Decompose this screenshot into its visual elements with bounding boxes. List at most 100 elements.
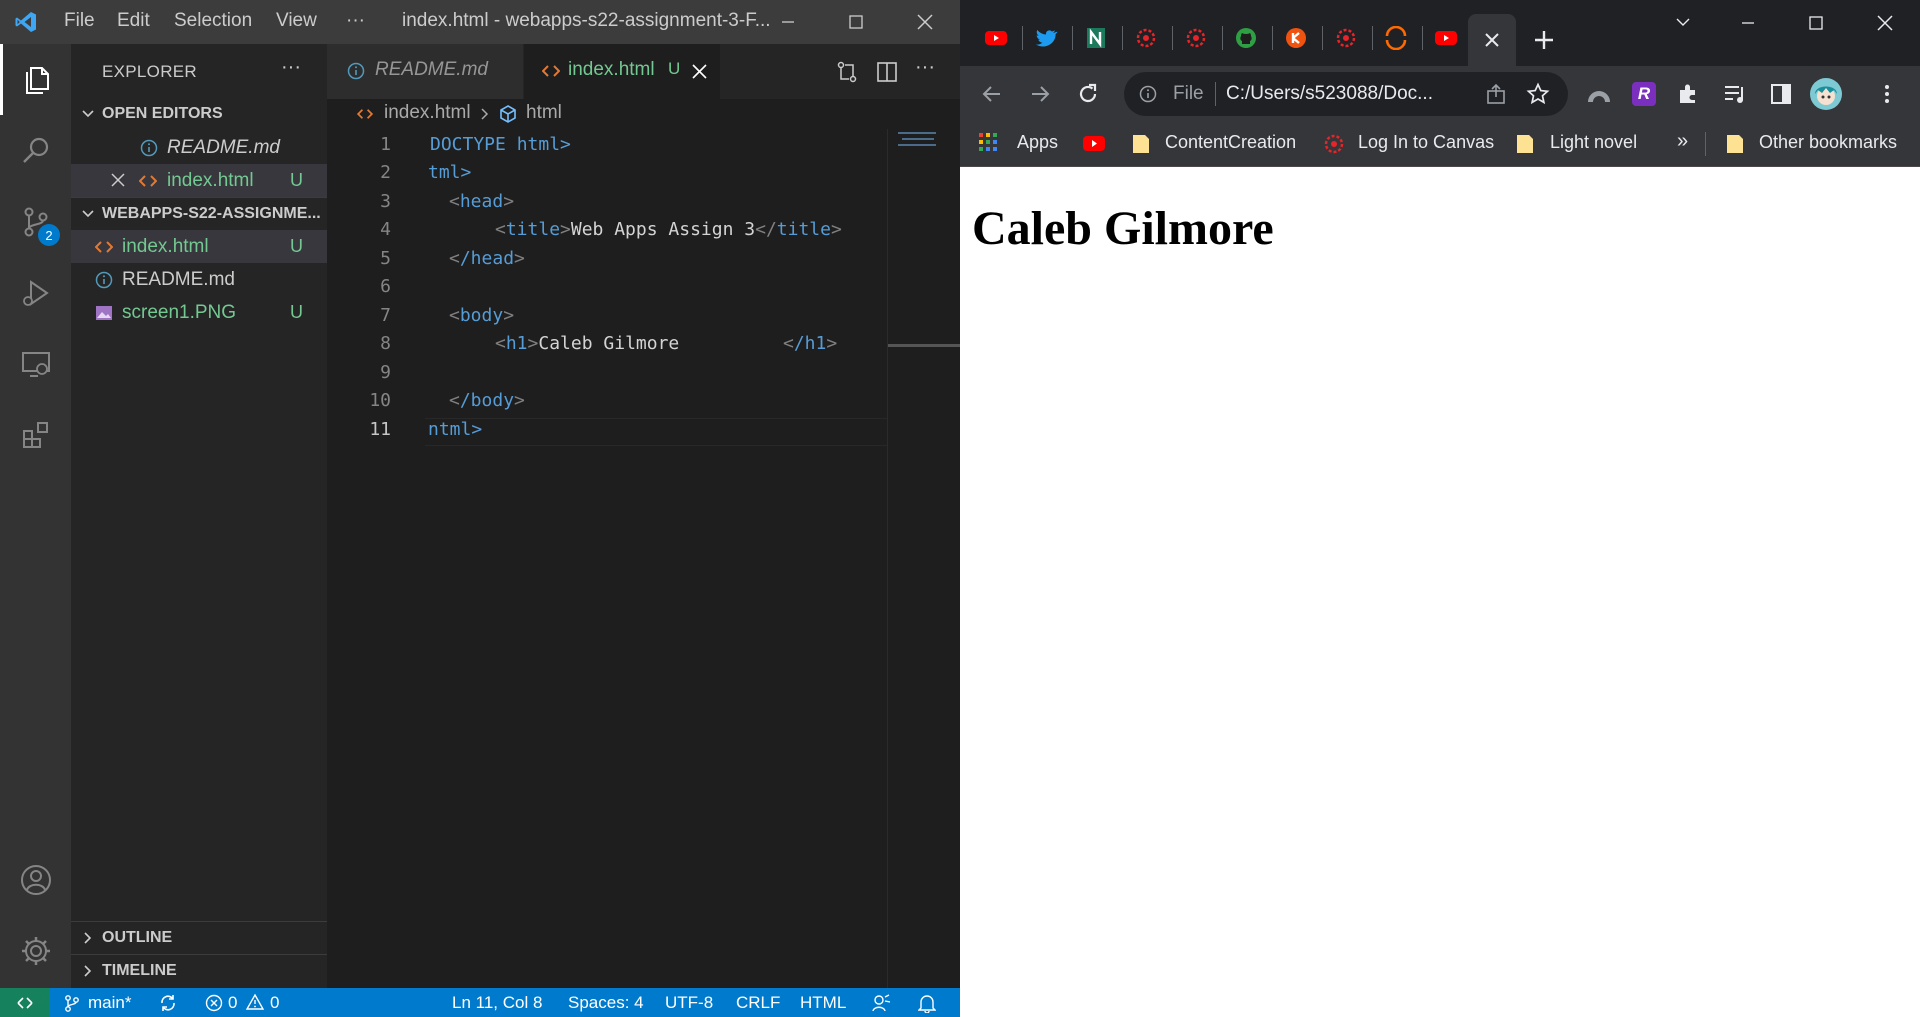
menu-edit[interactable]: Edit <box>117 10 150 32</box>
side-panel-icon[interactable] <box>1770 82 1792 106</box>
open-editors-section[interactable]: OPEN EDITORS <box>71 98 327 130</box>
branch-name[interactable]: main* <box>88 993 131 1013</box>
star-icon[interactable] <box>1526 82 1550 106</box>
bell-icon[interactable] <box>918 993 936 1013</box>
tab-canvas-1[interactable] <box>1122 14 1170 62</box>
youtube-icon <box>1435 31 1457 45</box>
other-bookmarks[interactable]: Other bookmarks <box>1759 132 1897 153</box>
bookmark-canvas-login[interactable]: Log In to Canvas <box>1358 132 1494 153</box>
extensions-activity[interactable] <box>0 399 71 470</box>
tab-youtube[interactable] <box>972 14 1020 62</box>
extension-r-icon[interactable]: R <box>1632 82 1656 106</box>
youtube-icon[interactable] <box>1082 133 1106 155</box>
tab-github[interactable] <box>1222 14 1270 62</box>
profile-avatar[interactable] <box>1810 78 1842 110</box>
file-readme[interactable]: README.md <box>71 263 327 296</box>
chrome-close-button[interactable] <box>1859 0 1911 46</box>
search-activity[interactable] <box>0 115 71 186</box>
close-window-button[interactable] <box>899 0 951 44</box>
html-close-token: ntml> <box>428 419 483 440</box>
new-tab-button[interactable] <box>1526 22 1562 58</box>
close-tab-icon[interactable] <box>692 64 707 79</box>
outline-section[interactable]: OUTLINE <box>71 921 327 954</box>
remote-explorer-activity[interactable] <box>0 328 71 399</box>
explorer-activity[interactable] <box>0 44 71 115</box>
explorer-more-button[interactable]: ··· <box>281 56 301 79</box>
timeline-section[interactable]: TIMELINE <box>71 954 327 987</box>
extension-arc-icon[interactable] <box>1586 82 1612 106</box>
chrome-minimize-button[interactable] <box>1722 0 1774 46</box>
warning-count[interactable]: 0 <box>270 993 279 1013</box>
menu-more[interactable]: ··· <box>346 10 365 32</box>
code-line-8-close: </h1> <box>783 333 838 354</box>
tab-twitter[interactable] <box>1022 14 1070 62</box>
file-index-html[interactable]: index.html U <box>71 230 327 263</box>
scrollbar-thumb[interactable] <box>888 344 961 347</box>
project-section[interactable]: WEBAPPS-S22-ASSIGNME... <box>71 197 327 230</box>
bookmark-apps-label[interactable]: Apps <box>1017 132 1058 153</box>
language-mode[interactable]: HTML <box>800 993 846 1013</box>
bookmarks-overflow-button[interactable]: » <box>1677 130 1688 153</box>
open-editor-index[interactable]: index.html U <box>71 164 327 197</box>
remote-icon <box>17 996 33 1009</box>
close-tab-icon[interactable] <box>1483 31 1501 49</box>
tab-swirl[interactable] <box>1372 14 1420 62</box>
github-icon <box>1236 28 1256 48</box>
file-index-html-label: index.html <box>122 236 209 257</box>
encoding[interactable]: UTF-8 <box>665 993 713 1013</box>
tab-active[interactable] <box>1468 14 1516 66</box>
info-icon <box>1139 85 1157 103</box>
remote-indicator[interactable] <box>0 988 50 1017</box>
divider <box>1215 82 1216 106</box>
code-line-10: </body> <box>449 390 525 411</box>
address-bar[interactable]: File C:/Users/s523088/Doc... <box>1124 72 1568 116</box>
open-editor-readme[interactable]: README.md <box>71 131 327 164</box>
close-icon <box>1877 15 1893 31</box>
share-icon[interactable] <box>1485 83 1507 105</box>
file-readme-label: README.md <box>122 269 235 290</box>
run-debug-activity[interactable] <box>0 257 71 328</box>
error-count[interactable]: 0 <box>228 993 237 1013</box>
reload-icon[interactable] <box>1076 82 1100 106</box>
page-viewport: Caleb Gilmore <box>960 167 1920 1017</box>
menu-view[interactable]: View <box>276 10 317 32</box>
tab-notion[interactable] <box>1072 14 1120 62</box>
cursor-position[interactable]: Ln 11, Col 8 <box>452 993 542 1013</box>
editor-more-button[interactable]: ··· <box>915 56 935 79</box>
maximize-button[interactable] <box>830 0 882 44</box>
apps-bookmark[interactable] <box>978 132 998 152</box>
tab-app[interactable] <box>1272 14 1320 62</box>
back-icon[interactable] <box>980 82 1004 106</box>
code-editor[interactable]: 1 2 3 4 5 6 7 8 9 10 11 DOCTYPE html> tm… <box>327 129 887 988</box>
kebab-menu-icon[interactable] <box>1883 82 1891 106</box>
menu-file[interactable]: File <box>64 10 95 32</box>
tab-index-html[interactable]: index.html U <box>524 44 720 99</box>
tab-canvas-3[interactable] <box>1322 14 1370 62</box>
extensions-puzzle-icon[interactable] <box>1676 82 1700 106</box>
tab-search-chevron-icon[interactable] <box>1675 16 1691 28</box>
breadcrumb-symbol[interactable]: html <box>526 102 562 124</box>
bookmark-light-novel[interactable]: Light novel <box>1550 132 1637 153</box>
accounts-activity[interactable] <box>0 844 71 915</box>
image-file-icon <box>96 306 112 320</box>
menu-selection[interactable]: Selection <box>174 10 252 32</box>
sync-icon[interactable] <box>158 993 178 1013</box>
tab-readme[interactable]: README.md <box>327 44 524 99</box>
minimize-button[interactable] <box>762 0 814 44</box>
source-control-activity[interactable]: 2 <box>0 186 71 257</box>
split-editor-icon[interactable] <box>875 60 899 84</box>
tab-youtube-2[interactable] <box>1422 14 1470 62</box>
forward-icon[interactable] <box>1028 82 1052 106</box>
manage-activity[interactable] <box>0 915 71 986</box>
chrome-maximize-button[interactable] <box>1790 0 1842 46</box>
breadcrumb-file[interactable]: index.html <box>384 102 471 124</box>
media-control-icon[interactable] <box>1723 83 1747 105</box>
end-of-line[interactable]: CRLF <box>736 993 780 1013</box>
tab-canvas-2[interactable] <box>1172 14 1220 62</box>
feedback-icon[interactable] <box>871 993 891 1013</box>
indentation[interactable]: Spaces: 4 <box>568 993 644 1013</box>
bookmark-content-creation[interactable]: ContentCreation <box>1165 132 1296 153</box>
file-screen1[interactable]: screen1.PNG U <box>71 296 327 329</box>
minimap[interactable] <box>887 129 961 988</box>
compare-changes-icon[interactable] <box>835 60 859 84</box>
